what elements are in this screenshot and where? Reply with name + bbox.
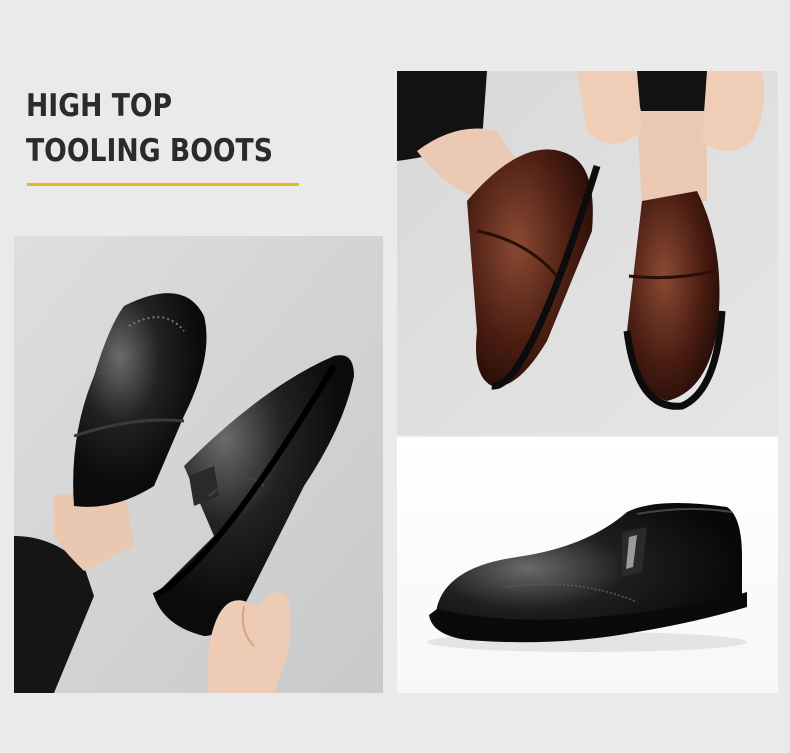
title-line-2: TOOLING BOOTS	[26, 133, 273, 169]
product-photo-left	[14, 236, 383, 693]
page-title: HIGH TOP TOOLING BOOTS	[26, 84, 273, 174]
title-underline	[27, 183, 299, 186]
black-shoe-side-image	[397, 437, 778, 693]
product-photo-bottom-right	[397, 437, 778, 693]
brown-shoes-worn-image	[397, 71, 778, 435]
shoes-in-hand-image	[14, 236, 383, 693]
title-line-1: HIGH TOP	[26, 88, 173, 124]
product-photo-top-right	[397, 71, 778, 435]
